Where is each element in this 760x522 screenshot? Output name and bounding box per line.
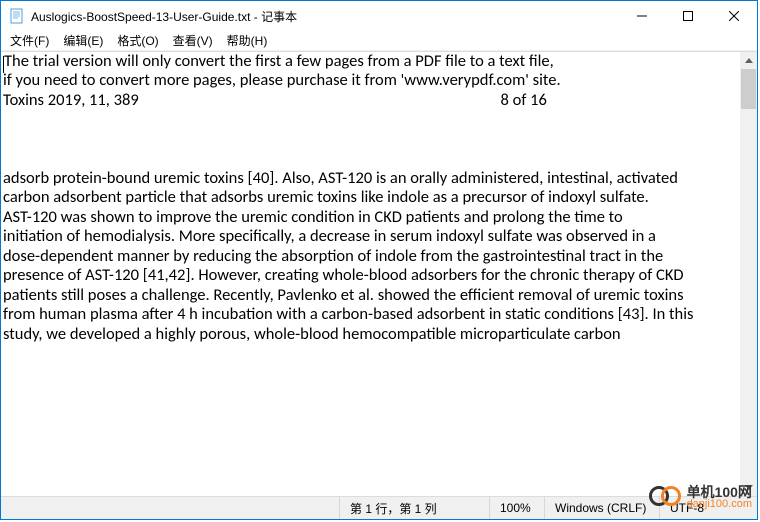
scroll-track[interactable] [740,69,757,479]
maximize-button[interactable] [665,1,711,31]
scroll-thumb[interactable] [741,69,756,109]
scroll-up-button[interactable] [740,52,757,69]
vertical-scrollbar[interactable] [740,52,757,496]
titlebar[interactable]: Auslogics-BoostSpeed-13-User-Guide.txt -… [1,1,757,31]
text-editor[interactable]: The trial version will only convert the … [1,52,740,496]
status-position: 第 1 行，第 1 列 [339,497,489,519]
menu-help[interactable]: 帮助(H) [220,31,275,50]
menu-edit[interactable]: 编辑(E) [56,31,110,50]
status-zoom: 100% [489,497,544,519]
statusbar: 第 1 行，第 1 列 100% Windows (CRLF) UTF-8 [1,496,757,519]
status-encoding: UTF-8 [659,497,757,519]
close-button[interactable] [711,1,757,31]
minimize-button[interactable] [619,1,665,31]
menubar: 文件(F) 编辑(E) 格式(O) 查看(V) 帮助(H) [1,31,757,51]
window-controls [619,1,757,31]
notepad-window: Auslogics-BoostSpeed-13-User-Guide.txt -… [0,0,758,520]
notepad-icon [9,8,25,24]
scroll-down-button[interactable] [740,479,757,496]
menu-view[interactable]: 查看(V) [166,31,220,50]
menu-format[interactable]: 格式(O) [110,31,165,50]
menu-file[interactable]: 文件(F) [3,31,56,50]
text-content: The trial version will only convert the … [3,52,693,344]
content-area: The trial version will only convert the … [1,51,757,496]
status-line-ending: Windows (CRLF) [544,497,659,519]
window-title: Auslogics-BoostSpeed-13-User-Guide.txt -… [31,8,619,25]
text-caret [3,56,4,73]
